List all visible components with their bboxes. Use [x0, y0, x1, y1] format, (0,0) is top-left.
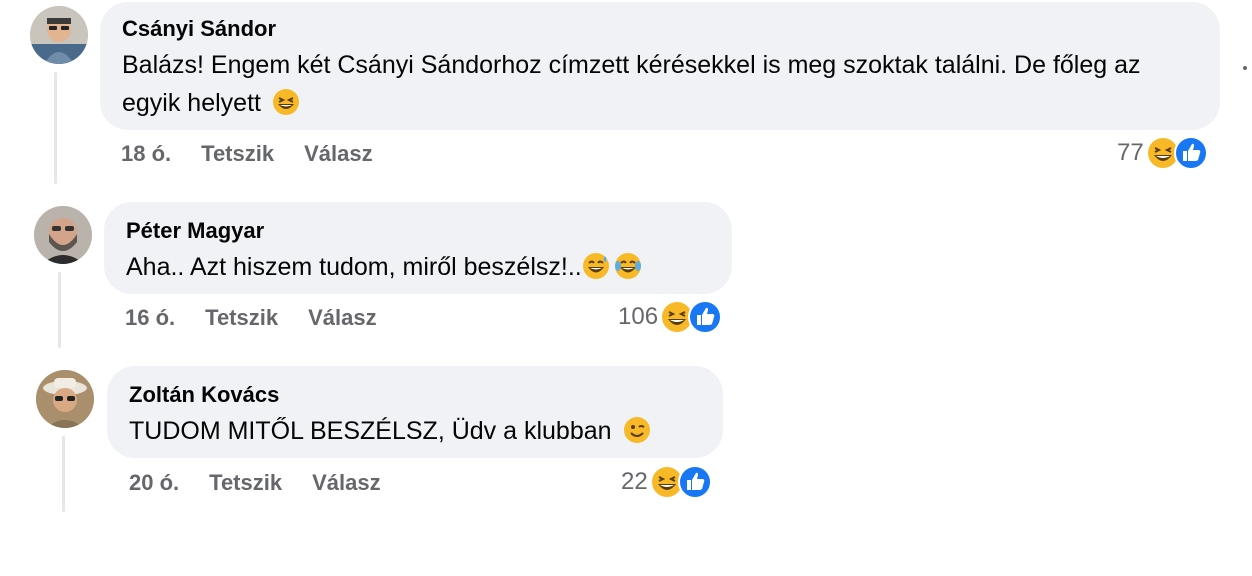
reply-button[interactable]: Válasz — [308, 305, 377, 331]
comment-text: Aha.. Azt hiszem tudom, miről beszélsz!.… — [126, 248, 710, 291]
comment-author[interactable]: Csányi Sándor — [122, 16, 1198, 42]
like-button[interactable]: Tetszik — [209, 470, 282, 496]
like-button[interactable]: Tetszik — [205, 305, 278, 331]
like-reaction-icon — [677, 465, 712, 499]
comment-bubble: Zoltán Kovács TUDOM MITŐL BESZÉLSZ, Üdv … — [107, 366, 723, 458]
reply-button[interactable]: Válasz — [312, 470, 381, 496]
reactions-summary[interactable]: 77 — [1117, 136, 1208, 170]
thread-line — [62, 436, 65, 512]
like-button[interactable]: Tetszik — [201, 141, 274, 167]
tears-of-joy-emoji-icon — [614, 252, 642, 291]
avatar[interactable] — [34, 206, 92, 264]
like-reaction-icon — [688, 300, 723, 334]
avatar[interactable] — [36, 370, 94, 428]
comment-author[interactable]: Zoltán Kovács — [129, 382, 701, 408]
comment-actions: 18 ó. Tetszik Válasz — [121, 141, 373, 167]
more-dot — [1243, 66, 1247, 70]
comment-text-content: Aha.. Azt hiszem tudom, miről beszélsz!.… — [126, 253, 582, 281]
reaction-count: 106 — [618, 303, 659, 330]
reply-button[interactable]: Válasz — [304, 141, 373, 167]
comment-time[interactable]: 20 ó. — [129, 470, 179, 496]
comment-actions: 16 ó. Tetszik Válasz — [125, 305, 377, 331]
comment-text-content: TUDOM MITŐL BESZÉLSZ, Üdv a klubban — [129, 417, 612, 445]
comment-time[interactable]: 16 ó. — [125, 305, 175, 331]
reaction-count: 77 — [1117, 139, 1144, 166]
comment-text: TUDOM MITŐL BESZÉLSZ, Üdv a klubban — [129, 412, 701, 455]
reactions-summary[interactable]: 106 — [618, 300, 723, 334]
reactions-summary[interactable]: 22 — [621, 465, 712, 499]
comment-time[interactable]: 18 ó. — [121, 141, 171, 167]
reaction-count: 22 — [621, 468, 648, 495]
avatar[interactable] — [30, 6, 88, 64]
comment-text: Balázs! Engem két Csányi Sándorhoz címze… — [122, 46, 1198, 127]
comment-bubble: Péter Magyar Aha.. Azt hiszem tudom, mir… — [104, 202, 732, 294]
grinning-squinting-emoji-icon — [272, 88, 300, 127]
thread-line — [54, 72, 57, 184]
comment-author[interactable]: Péter Magyar — [126, 218, 710, 244]
sweat-smile-emoji-icon — [582, 252, 610, 291]
winking-emoji-icon — [623, 416, 651, 455]
comment-bubble: Csányi Sándor Balázs! Engem két Csányi S… — [100, 2, 1220, 130]
like-reaction-icon — [1173, 136, 1208, 170]
comment-actions: 20 ó. Tetszik Válasz — [129, 470, 381, 496]
thread-line — [58, 272, 61, 348]
